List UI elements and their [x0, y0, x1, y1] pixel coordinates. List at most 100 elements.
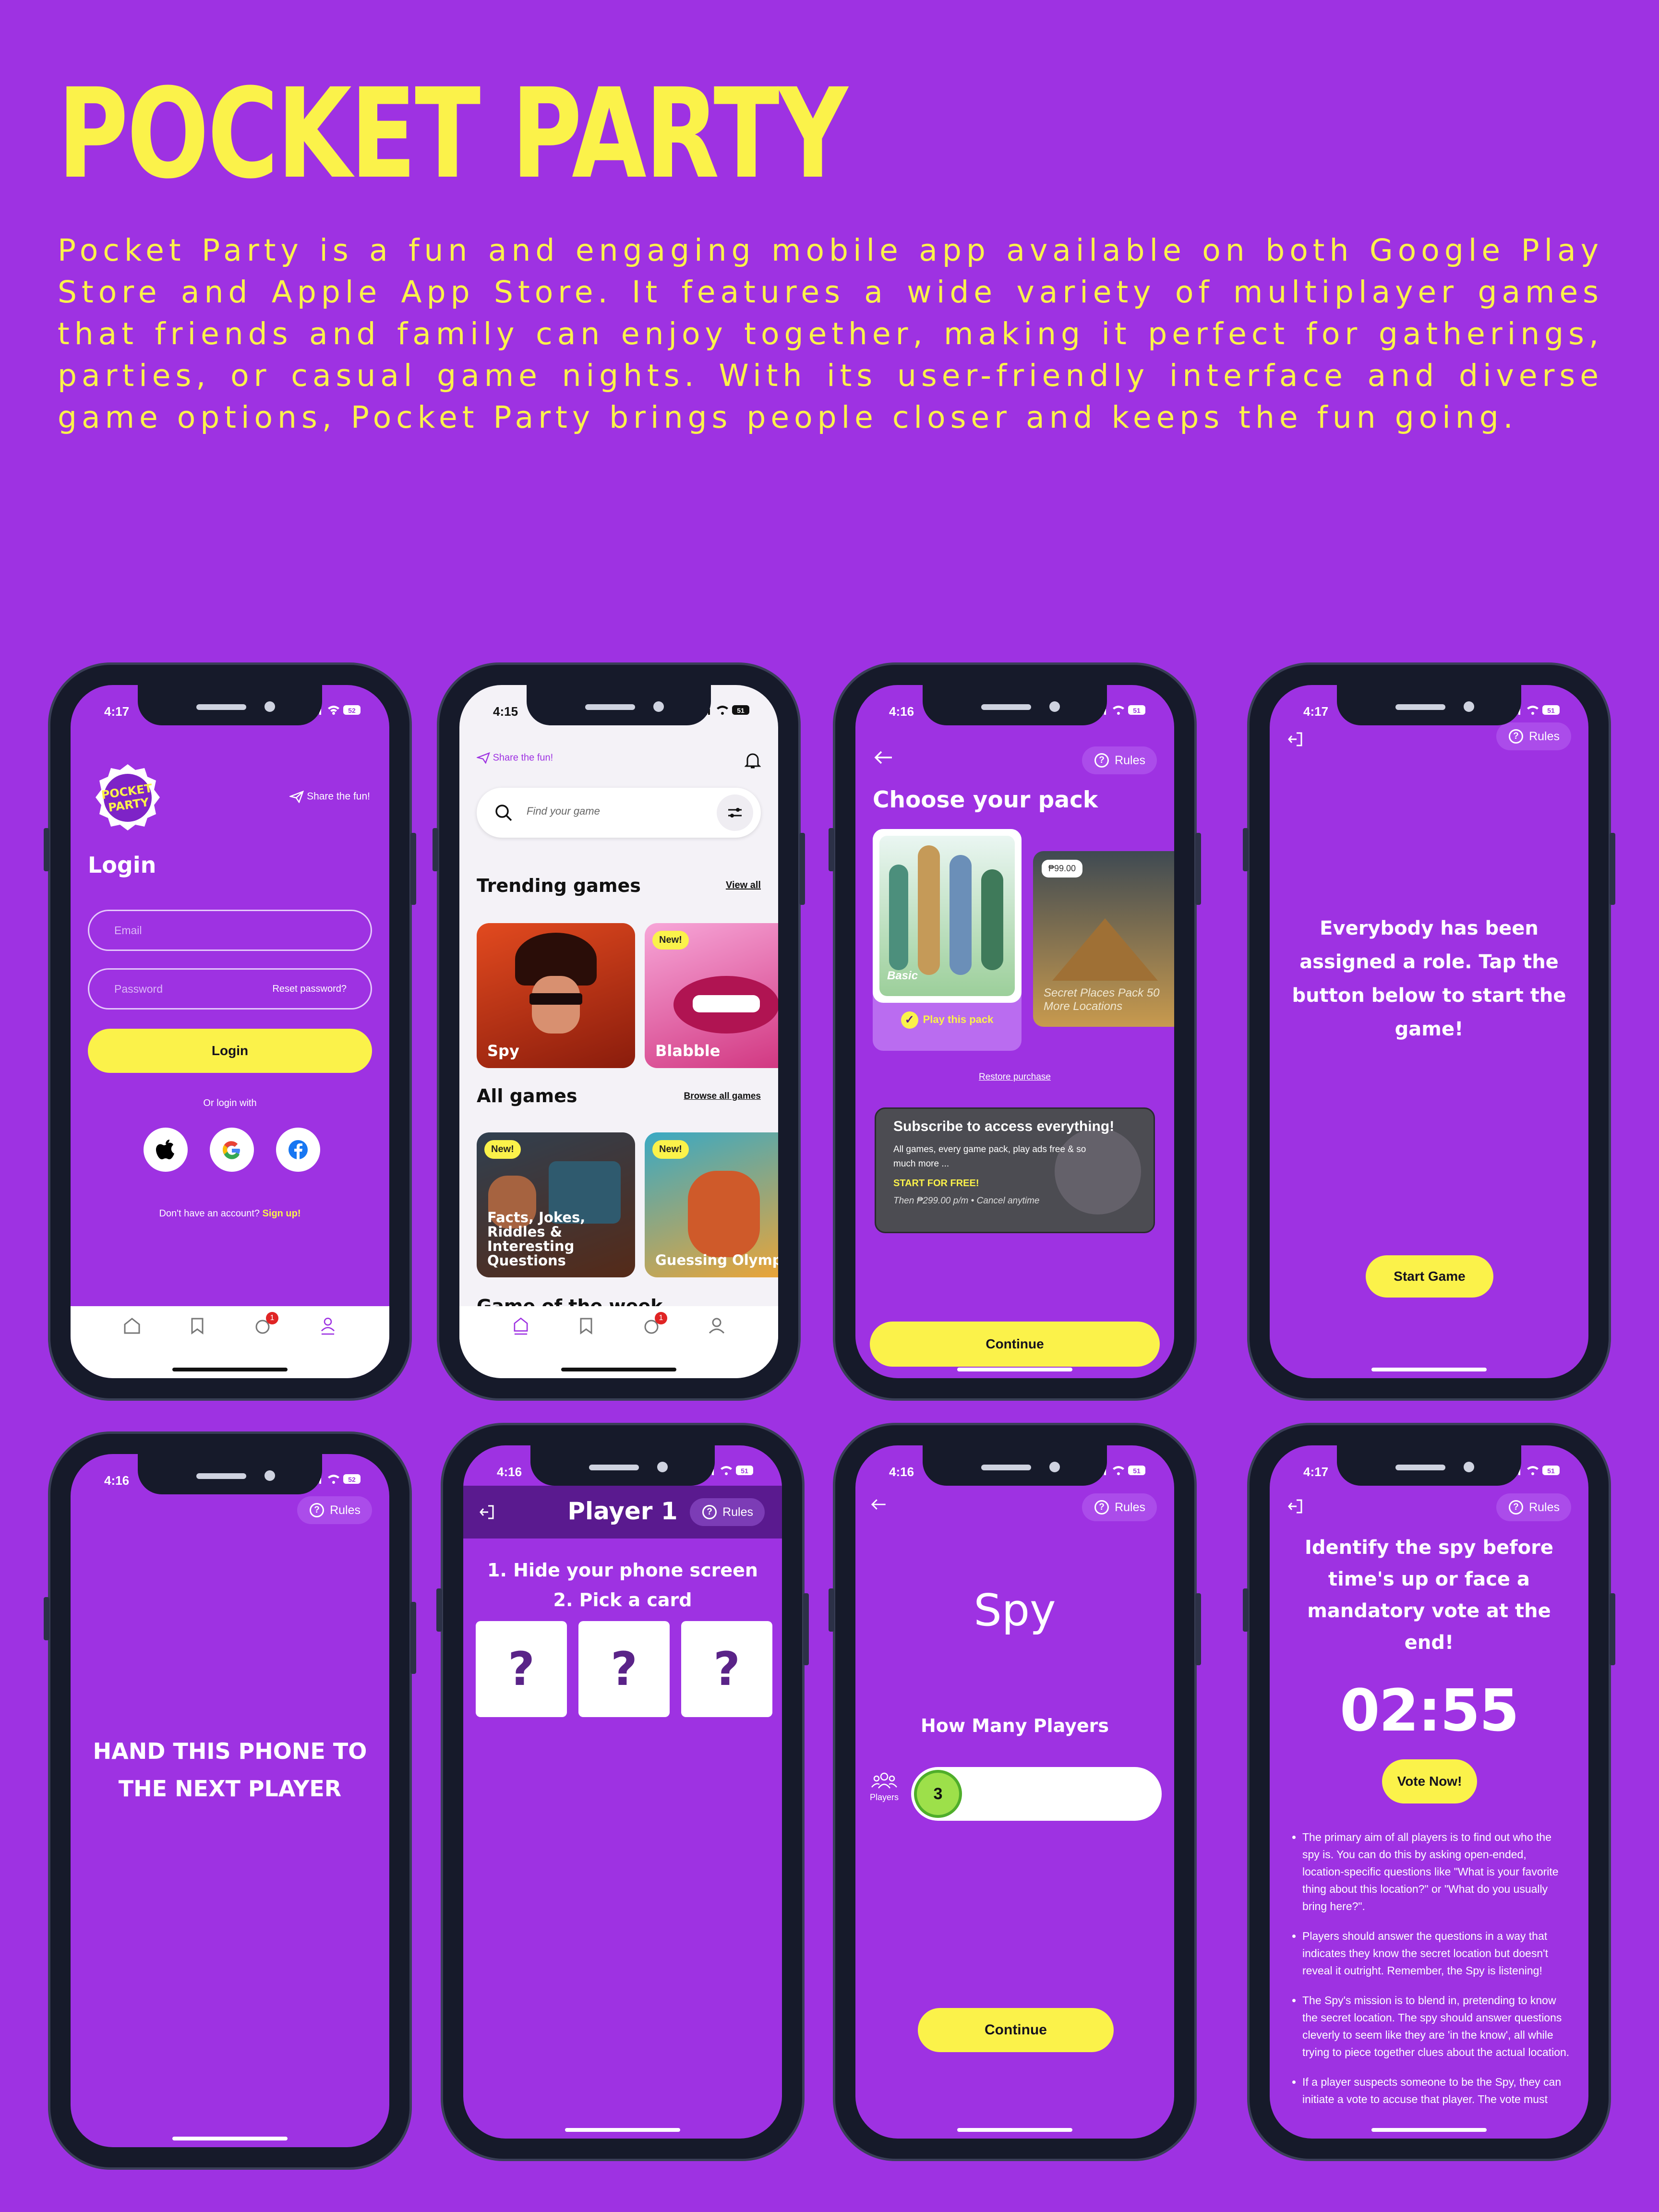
signup-link[interactable]: Sign up! [263, 1208, 301, 1219]
app-logo: POCKET PARTY [92, 762, 164, 834]
continue-button[interactable]: Continue [870, 1322, 1160, 1367]
login-button[interactable]: Login [88, 1029, 372, 1073]
home-icon[interactable] [122, 1316, 142, 1336]
status-icons: 51 [1101, 1466, 1145, 1475]
pack-basic-card[interactable]: Basic ✓ Play this pack [873, 829, 1022, 1051]
subscribe-price: Then ₱299.00 p/m • Cancel anytime [893, 1196, 1040, 1206]
step-2-text: 2. Pick a card [553, 1589, 692, 1611]
game-card-facts[interactable]: New! Facts, Jokes, Riddles & Interesting… [477, 1132, 635, 1277]
assigned-screen: 4:17 51 ? Rules Everybody has been assign… [1270, 685, 1588, 1378]
help-icon: ? [1509, 1500, 1524, 1515]
apple-icon [156, 1140, 174, 1159]
back-arrow-icon[interactable] [873, 750, 894, 765]
timer-heading: Identify the spy before time's up or fac… [1305, 1537, 1553, 1654]
rules-button[interactable]: ? Rules [690, 1498, 765, 1526]
check-icon: ✓ [901, 1011, 918, 1029]
rules-button[interactable]: ? Rules [1082, 746, 1157, 774]
players-icon-group: Players [865, 1771, 903, 1803]
svg-text:51: 51 [1547, 1467, 1555, 1475]
vote-now-button[interactable]: Vote Now! [1382, 1759, 1477, 1803]
status-icons: 52 [316, 1474, 361, 1484]
player-screen: 4:16 51 Player 1 ? Rules 1. Hide your pho… [463, 1445, 782, 2139]
view-all-link[interactable]: View all [726, 880, 761, 891]
bell-icon[interactable] [745, 751, 761, 769]
subscribe-desc: All games, every game pack, play ads fre… [893, 1144, 1086, 1169]
rules-button[interactable]: ? Rules [1496, 1493, 1571, 1521]
start-game-button[interactable]: Start Game [1366, 1255, 1493, 1298]
rules-list: The primary aim of all players is to fin… [1289, 1828, 1571, 2120]
share-link[interactable]: Share the fun! [476, 752, 553, 764]
facebook-icon [289, 1140, 308, 1159]
price-badge: ₱99.00 [1042, 860, 1083, 878]
mystery-card[interactable]: ? [578, 1621, 670, 1717]
pack-secret-card[interactable]: ₱99.00 Secret Places Pack 50 More Locati… [1033, 851, 1174, 1027]
notification-badge: 1 [655, 1312, 667, 1324]
continue-button[interactable]: Continue [918, 2008, 1114, 2052]
exit-icon[interactable] [1286, 730, 1304, 748]
bookmark-icon[interactable] [576, 1316, 596, 1336]
svg-text:51: 51 [1547, 707, 1555, 714]
subscribe-card[interactable]: Subscribe to access everything! All game… [875, 1107, 1155, 1233]
facebook-login-button[interactable] [276, 1128, 320, 1172]
google-login-button[interactable] [210, 1128, 254, 1172]
pack-heading: Choose your pack [873, 787, 1098, 813]
status-icons: 52 [316, 705, 361, 715]
spy-screen: 4:16 51 ? Rules Spy How Many Players Play… [855, 1445, 1174, 2139]
exit-icon[interactable] [1286, 1497, 1304, 1515]
phone-spy: 4:16 51 ? Rules Spy How Many Players Play… [829, 1423, 1201, 2161]
svg-text:51: 51 [1133, 707, 1141, 714]
profile-icon[interactable] [707, 1316, 727, 1336]
home-screen: 4:15 51 Share the fun! Find your game Tr… [459, 685, 778, 1378]
trending-heading: Trending games [477, 875, 641, 896]
filter-icon [728, 808, 742, 817]
mystery-card[interactable]: ? [476, 1621, 567, 1717]
players-slider[interactable]: 3 [911, 1767, 1162, 1821]
rules-button[interactable]: ? Rules [1082, 1493, 1157, 1521]
rules-button[interactable]: ? Rules [297, 1496, 372, 1524]
step-1-text: 1. Hide your phone screen [487, 1560, 758, 1581]
subscribe-cta: START FOR FREE! [893, 1178, 979, 1189]
apple-login-button[interactable] [144, 1128, 188, 1172]
game-card-guessing[interactable]: New! Guessing Olympics [645, 1132, 778, 1277]
search-input[interactable]: Find your game [477, 788, 761, 838]
browse-all-link[interactable]: Browse all games [684, 1091, 761, 1102]
all-games-heading: All games [477, 1085, 577, 1106]
login-screen: 4:17 52 POCKET PARTY Share the fun! Login… [71, 685, 389, 1378]
restore-purchase-link[interactable]: Restore purchase [855, 1072, 1174, 1082]
countdown-timer: 02:55 [1340, 1678, 1519, 1744]
status-time: 4:16 [889, 1465, 914, 1479]
play-pack-button[interactable]: ✓ Play this pack [873, 1011, 1022, 1029]
home-icon[interactable] [511, 1316, 531, 1336]
hand-screen: 4:16 52 ? Rules HAND THIS PHONE TO THE NE… [71, 1454, 389, 2147]
bookmark-icon[interactable] [187, 1316, 207, 1336]
game-card-blabble[interactable]: New! Blabble [645, 923, 778, 1068]
game-card-spy[interactable]: Spy [477, 923, 635, 1068]
signup-prompt: Don't have an account? Sign up! [159, 1208, 301, 1219]
mystery-card[interactable]: ? [681, 1621, 772, 1717]
help-icon: ? [702, 1505, 717, 1519]
rules-button[interactable]: ? Rules [1496, 722, 1571, 750]
back-arrow-icon[interactable] [870, 1498, 887, 1511]
email-field[interactable]: Email [88, 910, 372, 951]
status-icons: 51 [1515, 705, 1560, 715]
timer-screen: 4:17 51 ? Rules Identify the spy before t… [1270, 1445, 1588, 2139]
profile-icon[interactable] [318, 1316, 338, 1336]
password-field[interactable]: Password Reset password? [88, 968, 372, 1010]
filter-button[interactable] [717, 794, 753, 831]
rule-item: The Spy's mission is to blend in, preten… [1302, 1992, 1571, 2061]
phone-login: 4:17 52 POCKET PARTY Share the fun! Login… [44, 662, 416, 1401]
status-time: 4:17 [1303, 704, 1329, 719]
svg-text:51: 51 [741, 1467, 748, 1475]
help-icon: ? [1094, 1500, 1109, 1515]
help-icon: ? [1509, 729, 1524, 744]
search-icon [495, 805, 512, 821]
app-description: Pocket Party is a fun and engaging mobil… [58, 233, 1603, 435]
svg-text:52: 52 [348, 707, 356, 714]
slider-handle[interactable]: 3 [914, 1770, 962, 1818]
rule-item: Players should answer the questions in a… [1302, 1927, 1571, 1979]
rule-item: The primary aim of all players is to fin… [1302, 1828, 1571, 1915]
status-time: 4:17 [1303, 1465, 1329, 1479]
reset-password-link[interactable]: Reset password? [272, 970, 347, 1008]
share-link[interactable]: Share the fun! [289, 790, 370, 804]
svg-text:51: 51 [737, 707, 745, 714]
